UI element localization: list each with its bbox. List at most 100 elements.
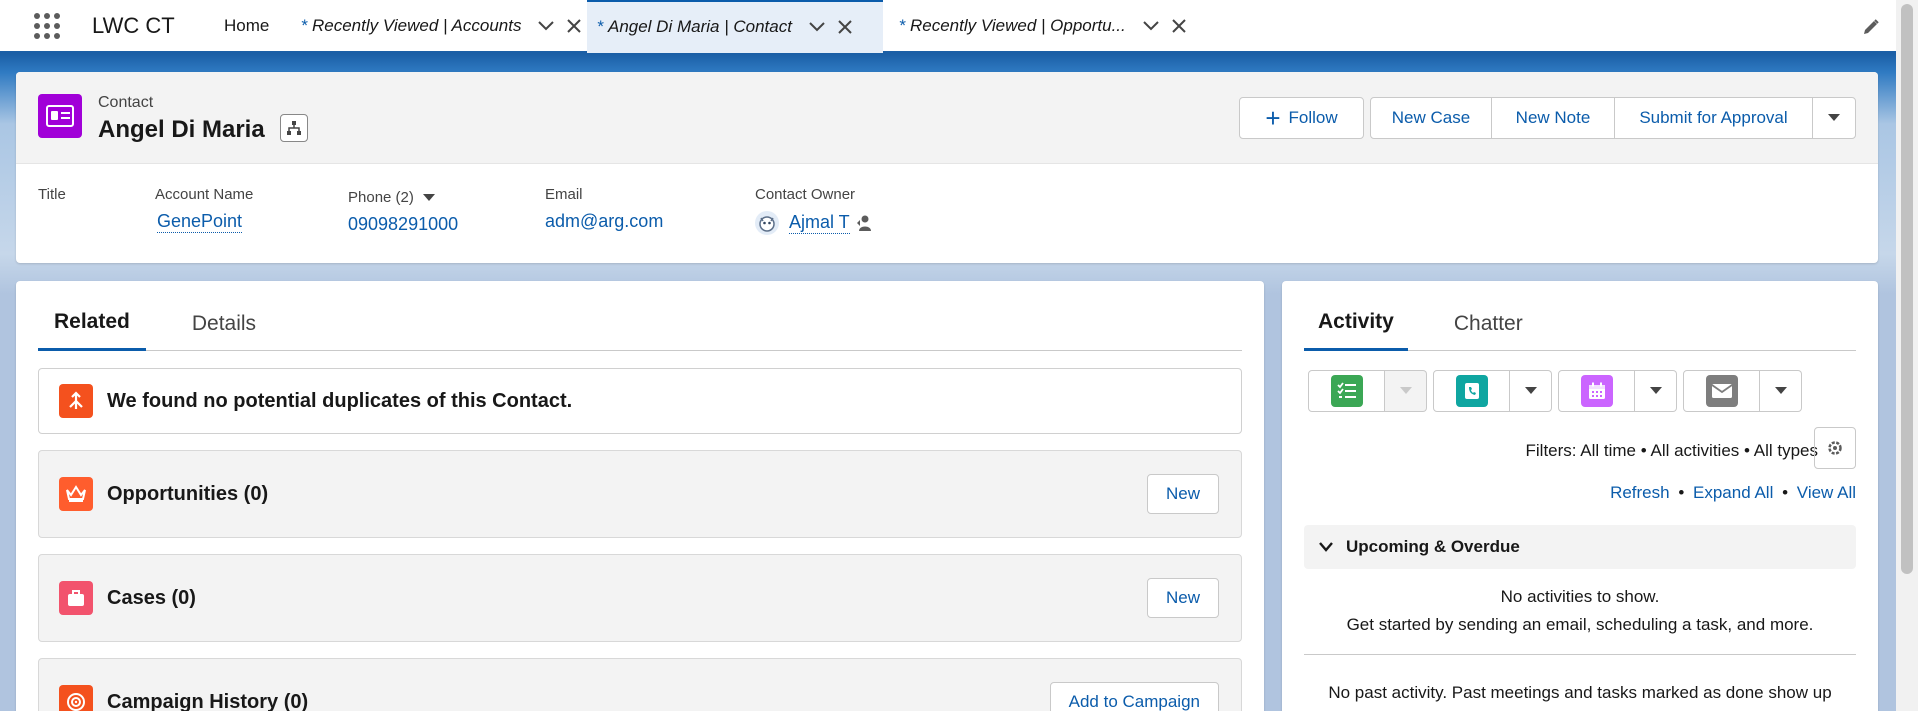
tab-recently-viewed-opportunities[interactable]: * Recently Viewed | Opportu... [883, 0, 1193, 53]
email-link[interactable]: adm@arg.com [545, 211, 755, 232]
related-list-title[interactable]: Opportunities (0) [107, 483, 268, 506]
tab-angel-di-maria-contact[interactable]: * Angel Di Maria | Contact [587, 0, 884, 53]
avatar [755, 211, 779, 235]
view-all-link[interactable]: View All [1797, 483, 1856, 502]
phone-link[interactable]: 09098291000 [348, 214, 545, 235]
new-note-button[interactable]: New Note [1491, 97, 1615, 139]
tab-recently-viewed-accounts[interactable]: * Recently Viewed | Accounts [291, 0, 587, 53]
activity-filters-text: Filters: All time • All activities • All… [1525, 441, 1819, 460]
upcoming-overdue-section[interactable]: Upcoming & Overdue [1304, 525, 1856, 569]
top-nav: LWC CT Home * Recently Viewed | Accounts… [0, 0, 1918, 54]
new-event-dropdown[interactable] [1635, 370, 1677, 412]
refresh-link[interactable]: Refresh [1610, 483, 1670, 502]
divider [1304, 654, 1856, 655]
record-header: Contact Angel Di Maria + Follow New Case… [16, 72, 1878, 263]
chevron-down-icon[interactable] [808, 21, 826, 33]
tab-label: Angel Di Maria | Contact [607, 17, 792, 36]
email-icon [1705, 375, 1738, 407]
phone-dropdown-icon[interactable] [422, 193, 436, 203]
related-list-title[interactable]: Campaign History (0) [107, 691, 308, 711]
new-case-related-button[interactable]: New [1146, 578, 1219, 618]
tab-activity[interactable]: Activity [1304, 310, 1408, 351]
app-name: LWC CT [92, 12, 175, 38]
close-icon[interactable] [838, 20, 852, 34]
filter-settings-button[interactable] [1814, 427, 1856, 469]
chevron-down-icon [1524, 387, 1537, 394]
field-value: GenePoint [157, 211, 348, 233]
campaign-icon [59, 685, 93, 711]
app-launcher-icon [34, 12, 60, 39]
activity-links: Refresh • Expand All • View All [1610, 483, 1856, 503]
opportunity-icon [59, 477, 93, 511]
email-button[interactable] [1683, 370, 1760, 412]
no-activities-message: No activities to show. Get started by se… [1304, 583, 1856, 639]
chevron-down-icon [1399, 387, 1412, 394]
related-list-campaign-history: Campaign History (0) Add to Campaign [38, 658, 1242, 711]
no-past-activity-text: No past activity. Past meetings and task… [1328, 683, 1832, 702]
record-name: Angel Di Maria [98, 116, 265, 143]
plus-icon: + [1265, 103, 1281, 133]
related-list-cases: Cases (0) New [38, 554, 1242, 642]
scrollbar-thumb[interactable] [1901, 4, 1913, 574]
edit-nav-pencil-icon[interactable] [1862, 18, 1880, 41]
header-actions: + Follow New Case New Note Submit for Ap… [1239, 97, 1856, 139]
task-icon [1330, 375, 1363, 407]
activity-publisher [1308, 370, 1808, 412]
event-icon [1580, 375, 1613, 407]
highlights-panel: Title Account Name GenePoint Phone (2) 0… [38, 186, 872, 235]
unsaved-marker: * [301, 15, 308, 35]
email-dropdown[interactable] [1760, 370, 1802, 412]
field-label: Contact Owner [755, 186, 856, 203]
chevron-down-icon[interactable] [537, 20, 555, 32]
change-owner-icon[interactable] [856, 214, 872, 232]
chevron-down-icon [1774, 387, 1787, 394]
tab-related[interactable]: Related [38, 310, 146, 351]
more-actions-button[interactable] [1812, 97, 1856, 139]
chevron-down-icon [1828, 114, 1840, 121]
activity-card: Activity Chatter Filters: All time • All… [1282, 281, 1878, 711]
log-call-dropdown[interactable] [1510, 370, 1552, 412]
field-contact-owner: Contact Owner Ajmal T [755, 186, 872, 235]
field-email: Email adm@arg.com [545, 186, 755, 235]
app-launcher-button[interactable] [0, 0, 96, 53]
tab-chatter[interactable]: Chatter [1438, 312, 1539, 350]
activity-tabs: Activity Chatter [1304, 281, 1856, 351]
add-to-campaign-button[interactable]: Add to Campaign [1049, 682, 1219, 711]
related-tabs: Related Details [38, 281, 1242, 351]
tab-details[interactable]: Details [176, 312, 272, 350]
related-list-opportunities: Opportunities (0) New [38, 450, 1242, 538]
unsaved-marker: * [597, 17, 604, 36]
record-header-top: Contact Angel Di Maria + Follow New Case… [16, 72, 1878, 164]
new-task-button[interactable] [1308, 370, 1385, 412]
expand-all-link[interactable]: Expand All [1693, 483, 1773, 502]
email-group [1683, 370, 1802, 412]
field-account-name: Account Name GenePoint [155, 186, 348, 235]
follow-button[interactable]: + Follow [1239, 97, 1364, 139]
unsaved-marker: * [899, 15, 906, 35]
separator: • [1678, 483, 1685, 502]
submit-for-approval-button[interactable]: Submit for Approval [1614, 97, 1813, 139]
new-task-dropdown[interactable] [1385, 370, 1427, 412]
close-icon[interactable] [567, 18, 582, 33]
log-call-icon [1455, 375, 1488, 407]
nav-home-tab[interactable]: Home [202, 0, 291, 53]
new-opportunity-button[interactable]: New [1146, 474, 1219, 514]
close-icon[interactable] [1172, 18, 1186, 33]
account-link[interactable]: GenePoint [157, 211, 243, 233]
new-event-button[interactable] [1558, 370, 1635, 412]
related-list-title[interactable]: Cases (0) [107, 587, 196, 610]
duplicates-message: We found no potential duplicates of this… [107, 389, 573, 412]
chevron-down-icon[interactable] [1142, 20, 1160, 32]
follow-label: Follow [1288, 108, 1338, 127]
contact-icon [38, 94, 82, 138]
page-scrollbar[interactable] [1896, 0, 1918, 711]
owner-link[interactable]: Ajmal T [789, 212, 850, 234]
hierarchy-button[interactable] [280, 114, 308, 142]
get-started-text: Get started by sending an email, schedul… [1346, 615, 1814, 634]
field-label: Title [38, 186, 66, 203]
chevron-down-icon [1319, 542, 1333, 552]
log-call-button[interactable] [1433, 370, 1510, 412]
upcoming-overdue-title: Upcoming & Overdue [1346, 537, 1520, 556]
action-button-group: New Case New Note Submit for Approval [1370, 97, 1856, 139]
new-case-button[interactable]: New Case [1370, 97, 1492, 139]
